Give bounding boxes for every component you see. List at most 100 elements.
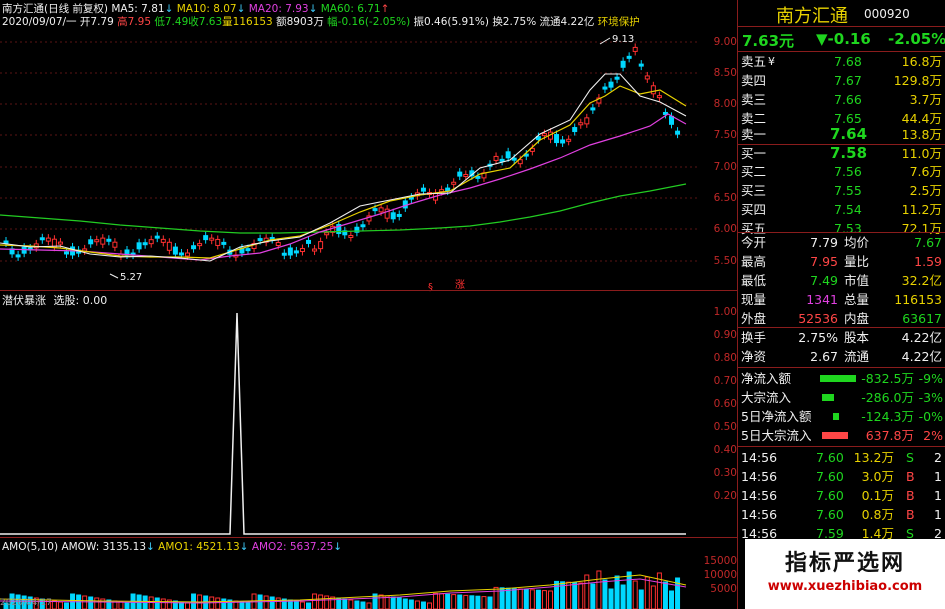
indicator-axis-label: 0.40 — [713, 444, 737, 456]
price-chart[interactable]: 9.13 5.27 § 涨 — [0, 28, 737, 293]
amo-bar — [324, 595, 330, 609]
amo-bar — [360, 601, 366, 609]
amow-arrow: ↓ — [146, 541, 155, 553]
stat-value: 1341 — [806, 292, 838, 307]
low-annotation: 5.27 — [120, 272, 142, 283]
amo-chart[interactable] — [0, 555, 737, 609]
ask-row[interactable]: 卖四 7.67 129.8万 — [738, 71, 945, 90]
bid-row[interactable]: 买一 7.58 11.0万 — [738, 143, 945, 164]
candle-body — [15, 254, 21, 258]
ask-row[interactable]: 卖五 ¥ 7.68 16.8万 — [738, 52, 945, 71]
tick-time: 14:56 — [741, 507, 778, 522]
amo-title[interactable]: AMO(5,10) — [2, 541, 58, 553]
tick-row: 14:56 7.60 0.8万 B 1 — [738, 505, 945, 524]
candle-body — [396, 213, 402, 217]
candle-body — [203, 235, 209, 241]
amo-header: AMO(5,10) AMOW: 3135.13↓ AMO1: 4521.13↓ … — [2, 541, 342, 553]
candle-body — [348, 234, 354, 238]
stat-value: 2.67 — [810, 349, 838, 364]
amo-bar — [469, 595, 475, 609]
high-annotation-arrow — [599, 37, 611, 45]
stats-row: 净资 2.67 流通 4.22亿 — [738, 347, 945, 366]
high-label: 高7.95 — [117, 16, 152, 28]
flow-value: -286.0万 — [861, 390, 914, 405]
amo-bar — [414, 600, 420, 609]
stats-row: 最低 7.49 市值 32.2亿 — [738, 271, 945, 290]
ask-row[interactable]: 卖一 7.64 13.8万 — [738, 124, 945, 145]
amo-bar — [51, 600, 57, 609]
candle-body — [166, 241, 172, 251]
flow-row[interactable]: 5日大宗流入 637.8万 2% — [738, 426, 945, 445]
stat-label: 均价 — [844, 235, 870, 250]
flow-pct: -9% — [918, 371, 943, 386]
amo-bar — [354, 600, 360, 609]
amo-bar — [263, 595, 269, 609]
bid-price: 7.56 — [834, 164, 862, 179]
amo-bar — [535, 589, 541, 609]
watermark-url: www.xuezhibiao.com — [767, 579, 923, 594]
candle-body — [457, 171, 463, 177]
candle-body — [360, 224, 366, 228]
candle-body — [584, 117, 590, 125]
quote-price: 7.63元 — [742, 32, 795, 50]
tick-time: 14:56 — [741, 488, 778, 503]
ask-volume: 16.8万 — [901, 54, 942, 69]
bid-price: 7.58 — [830, 144, 868, 162]
candle-body — [299, 248, 305, 253]
candle-body — [88, 239, 94, 245]
amo-bar — [312, 593, 318, 609]
bid-row[interactable]: 买三 7.55 2.5万 — [738, 181, 945, 200]
amo-bar — [475, 595, 481, 609]
amo-bar — [160, 598, 166, 609]
flow-row[interactable]: 5日净流入额 -124.3万 -0% — [738, 407, 945, 426]
price-axis-label: 8.50 — [713, 67, 737, 79]
stat-value: 7.95 — [810, 254, 838, 269]
amo-bar — [433, 592, 439, 609]
ask-label: 卖一 — [741, 127, 767, 142]
stat-value: 7.49 — [810, 273, 838, 288]
ask-row[interactable]: 卖三 7.66 3.7万 — [738, 90, 945, 109]
amo-bar — [602, 579, 608, 609]
amo-bar — [57, 601, 63, 609]
concept-label[interactable]: 环境保护 — [598, 16, 640, 28]
stat-label: 市值 — [844, 273, 870, 288]
tick-time: 14:56 — [741, 450, 778, 465]
bid-row[interactable]: 买四 7.54 11.2万 — [738, 200, 945, 219]
amo-bar — [669, 590, 674, 609]
amo-bar — [578, 582, 584, 609]
candle-body — [281, 252, 287, 256]
amo-bar — [517, 588, 523, 609]
amo-bar — [124, 602, 130, 609]
bid-row[interactable]: 买二 7.56 7.6万 — [738, 162, 945, 181]
flow-bar — [822, 394, 834, 401]
stat-label: 换手 — [741, 330, 767, 345]
flow-row[interactable]: 大宗流入 -286.0万 -3% — [738, 388, 945, 407]
candle-body — [420, 187, 426, 192]
amo-bar — [662, 581, 668, 609]
candle-body — [463, 173, 469, 177]
ask-price: 7.66 — [834, 92, 862, 107]
amo-bar — [215, 597, 221, 609]
bid-volume: 2.5万 — [909, 183, 942, 198]
candle-body — [64, 251, 69, 255]
amo-bar — [94, 597, 100, 609]
amo-bar — [88, 596, 94, 609]
indicator-axis-label: 0.30 — [713, 467, 737, 479]
ask-price: 7.67 — [834, 73, 862, 88]
candle-body — [560, 139, 566, 144]
low-annotation-arrow — [109, 273, 119, 279]
indicator-chart[interactable] — [0, 305, 737, 535]
amo-bar — [396, 597, 402, 609]
candle-body — [656, 95, 662, 99]
flow-row[interactable]: 净流入额 -832.5万 -9% — [738, 369, 945, 388]
candle-body — [572, 127, 578, 133]
candle-body — [378, 207, 384, 213]
kline-chart-area[interactable]: 南方汇通(日线 前复权) MA5: 7.81↓ MA10: 8.07↓ MA20… — [0, 0, 737, 609]
high-annotation: 9.13 — [612, 34, 634, 45]
amo-bar — [590, 583, 596, 609]
volume-label: 量116153 — [222, 16, 273, 28]
stat-label: 流通 — [844, 349, 870, 364]
candle-body — [608, 81, 614, 88]
candle-body — [638, 63, 644, 67]
amo-bars — [3, 570, 681, 609]
